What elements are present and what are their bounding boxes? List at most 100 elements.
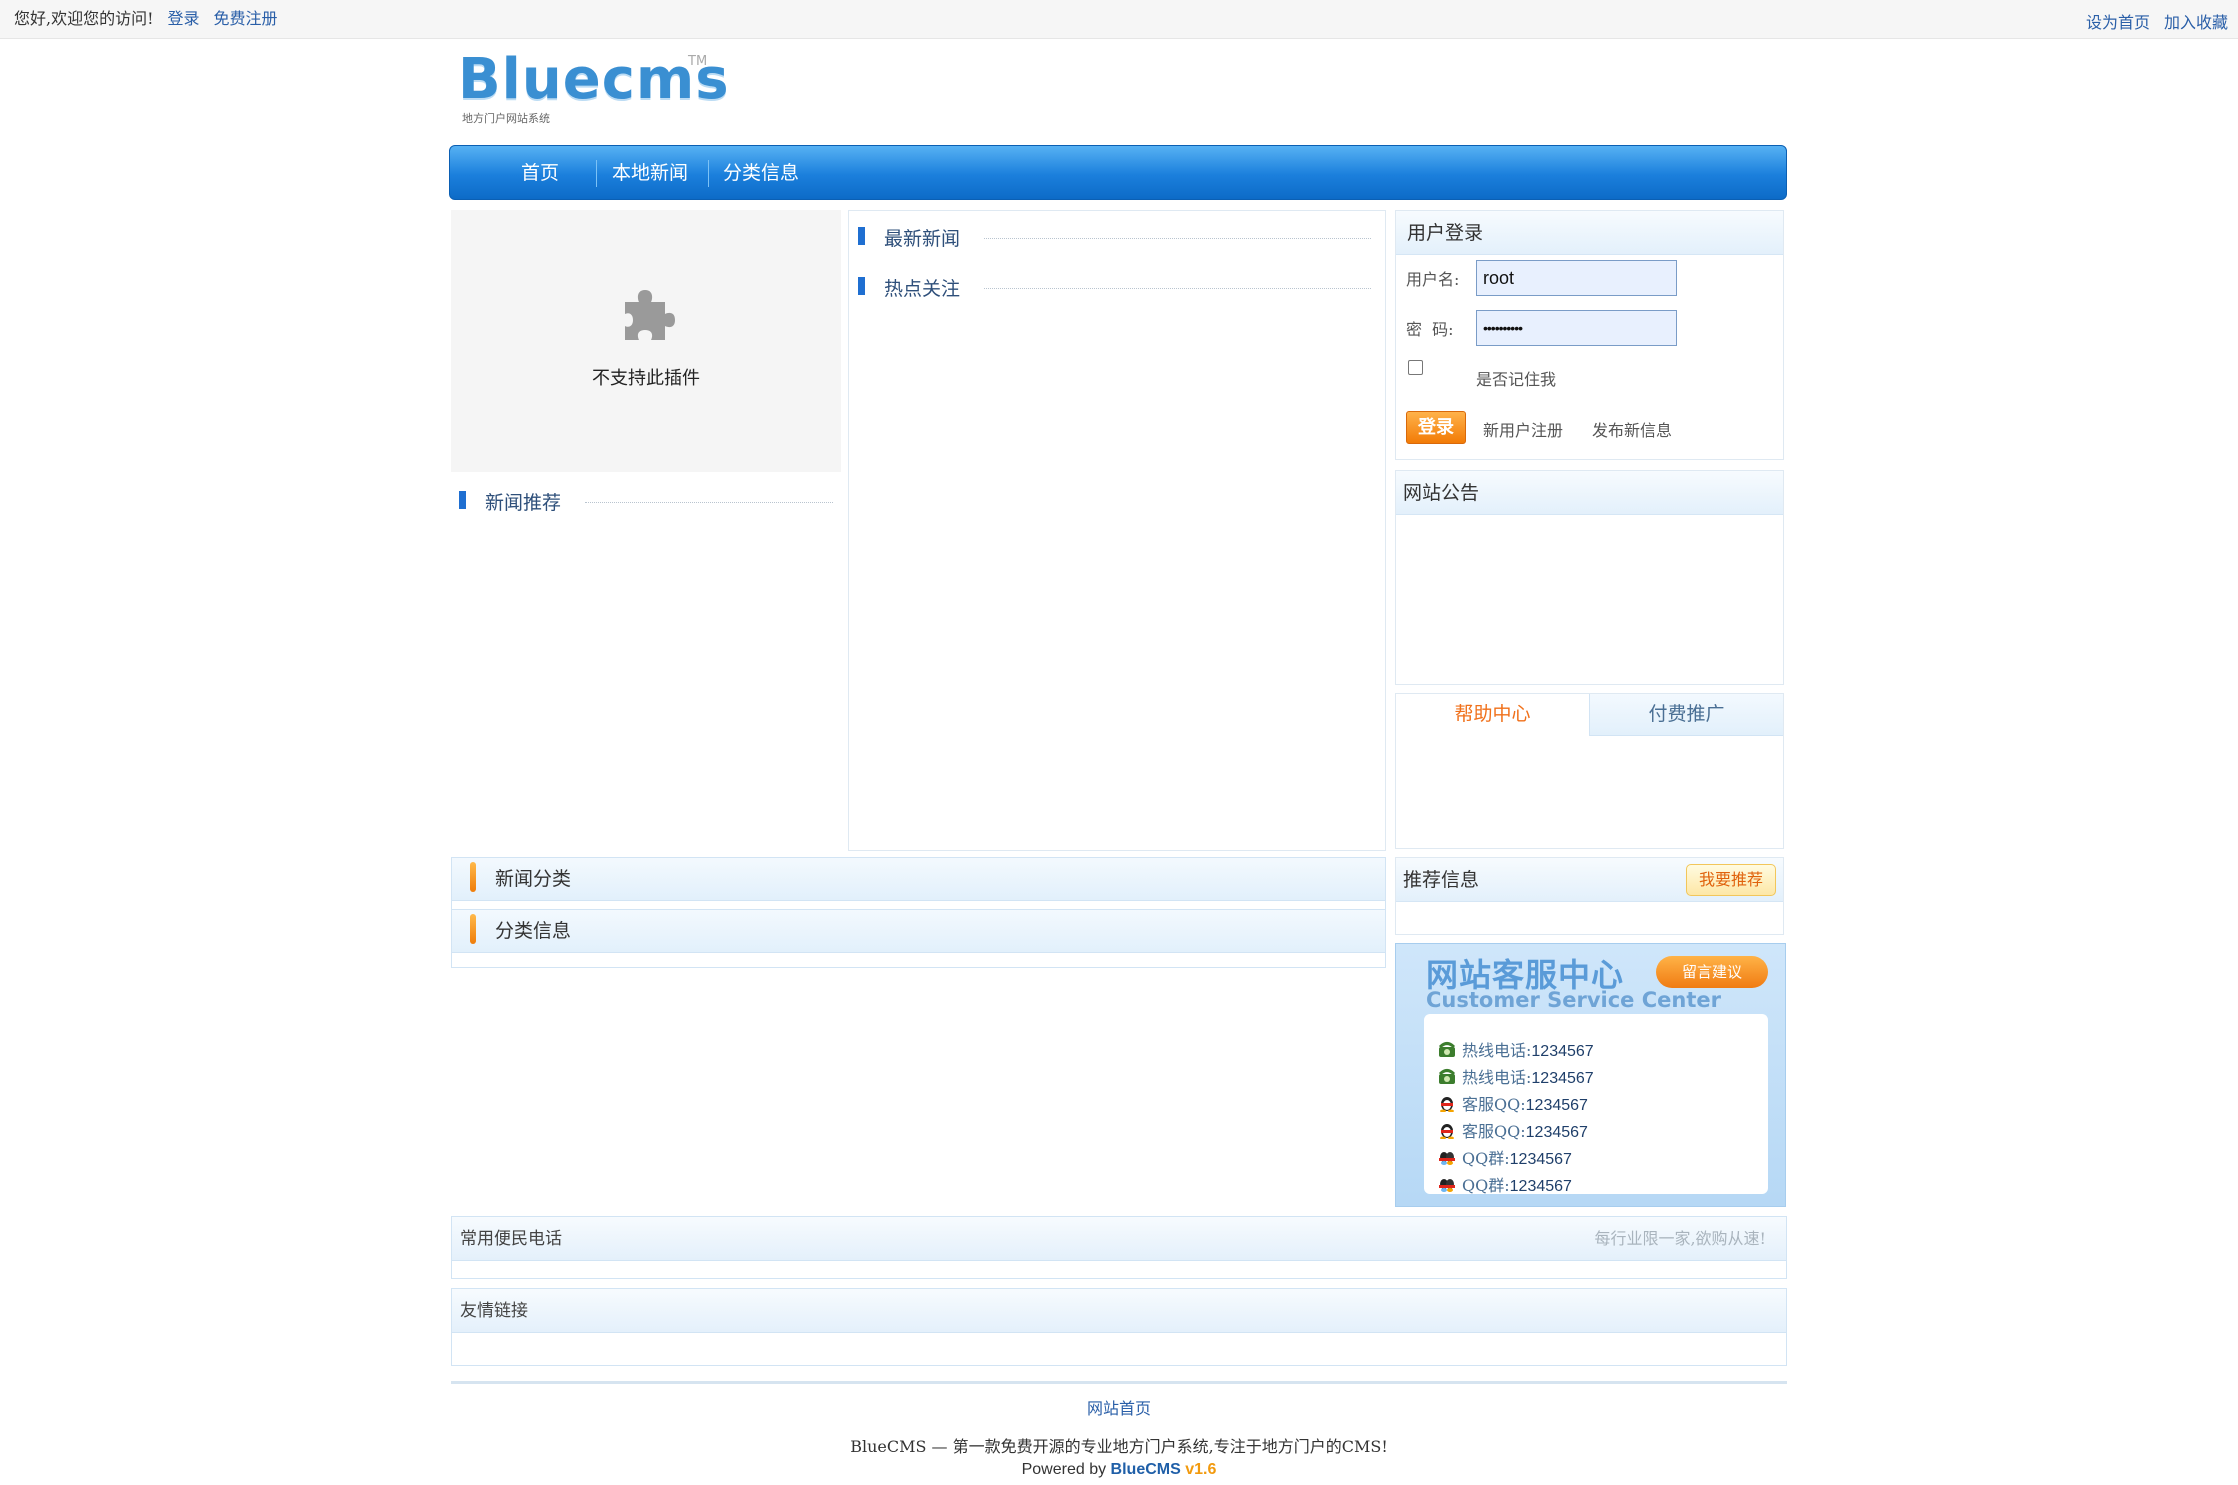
links-title: 友情链接 <box>460 1301 528 1321</box>
cs-label: 客服QQ: <box>1462 1122 1526 1141</box>
cs-row: QQ群:1234567 <box>1438 1172 1572 1196</box>
qq-penguin-icon <box>1440 1097 1454 1112</box>
nav-separator <box>596 160 597 187</box>
phones-header: 常用便民电话 每行业限一家,欲购从速! <box>452 1217 1786 1261</box>
section-title: 新闻推荐 <box>485 492 562 514</box>
announcement-panel: 网站公告 <box>1395 470 1784 685</box>
section-hot-topics: 热点关注 <box>858 274 1373 300</box>
plugin-placeholder: 不支持此插件 <box>451 210 841 472</box>
cs-value: 1234567 <box>1525 1124 1588 1141</box>
category-title: 分类信息 <box>495 920 572 942</box>
section-latest-news: 最新新闻 <box>858 224 1373 250</box>
qq-group-icon <box>1439 1179 1455 1192</box>
cs-row: 热线电话:1234567 <box>1438 1064 1594 1088</box>
main-nav: 首页 本地新闻 分类信息 <box>449 145 1787 200</box>
footer-home-link[interactable]: 网站首页 <box>1087 1399 1151 1418</box>
nav-item-home[interactable]: 首页 <box>521 146 559 201</box>
qq-group-icon <box>1439 1152 1455 1165</box>
friend-links-panel: 友情链接 <box>451 1288 1787 1366</box>
category-marker <box>470 862 476 892</box>
phones-note: 每行业限一家,欲购从速! <box>1594 1229 1766 1248</box>
news-center-panel <box>848 210 1386 851</box>
cs-value: 1234567 <box>1525 1097 1588 1114</box>
top-bar: 您好,欢迎您的访问! 登录 免费注册 设为首页 加入收藏 <box>0 0 2238 39</box>
post-new-info-link[interactable]: 发布新信息 <box>1592 417 1672 441</box>
footer-nav: 网站首页 <box>0 1395 2238 1419</box>
puzzle-icon <box>625 290 675 340</box>
nav-item-local-news[interactable]: 本地新闻 <box>612 146 688 201</box>
cs-value: 1234567 <box>1531 1043 1594 1060</box>
footer-powered: Powered by BlueCMS v1.6 <box>0 1461 2238 1479</box>
login-button[interactable]: 登录 <box>1406 411 1466 444</box>
links-header: 友情链接 <box>452 1289 1786 1333</box>
bookmark-link[interactable]: 加入收藏 <box>2164 13 2228 32</box>
cs-value: 1234567 <box>1509 1178 1572 1195</box>
top-login-link[interactable]: 登录 <box>168 9 200 28</box>
logo-subtitle: 地方门户网站系统 <box>462 112 550 125</box>
cs-label: 热线电话: <box>1462 1068 1532 1087</box>
remember-label: 是否记住我 <box>1476 370 1557 389</box>
cs-row: 客服QQ:1234567 <box>1438 1091 1588 1115</box>
plugin-message: 不支持此插件 <box>592 368 700 389</box>
password-input[interactable]: •••••••••• <box>1476 310 1677 346</box>
announcement-title: 网站公告 <box>1396 471 1783 515</box>
cs-contact-list: 热线电话:1234567 热线电话:1234567 客服QQ:1234567 客… <box>1424 1014 1768 1196</box>
cs-label: 热线电话: <box>1462 1041 1532 1060</box>
cs-value: 1234567 <box>1509 1151 1572 1168</box>
help-tabs-panel: 帮助中心 付费推广 <box>1395 693 1784 849</box>
section-recommended-news: 新闻推荐 <box>459 488 834 514</box>
username-input[interactable]: root <box>1476 260 1677 296</box>
nav-separator <box>708 160 709 187</box>
dotted-divider <box>984 238 1371 239</box>
dotted-divider <box>585 502 833 503</box>
footer-tagline: BlueCMS — 第一款免费开源的专业地方门户系统,专注于地方门户的CMS! <box>850 1437 1388 1456</box>
section-marker <box>459 491 466 509</box>
remember-checkbox[interactable] <box>1408 360 1423 375</box>
top-register-link[interactable]: 免费注册 <box>214 9 278 28</box>
cs-label: QQ群: <box>1462 1176 1510 1195</box>
phone-icon <box>1438 1069 1456 1084</box>
footer-divider <box>451 1381 1787 1384</box>
login-panel-title: 用户登录 <box>1396 211 1783 255</box>
cs-label: 客服QQ: <box>1462 1095 1526 1114</box>
site-logo[interactable]: Bluecms TM 地方门户网站系统 <box>458 47 730 130</box>
cs-value: 1234567 <box>1531 1070 1594 1087</box>
powered-version: v1.6 <box>1180 1461 1217 1478</box>
cs-row: 客服QQ:1234567 <box>1438 1118 1588 1142</box>
cs-label: QQ群: <box>1462 1149 1510 1168</box>
username-label: 用户名: <box>1406 270 1460 289</box>
welcome-text: 您好,欢迎您的访问! <box>14 9 154 28</box>
tab-paid-promotion[interactable]: 付费推广 <box>1589 694 1783 736</box>
category-title: 新闻分类 <box>495 868 572 890</box>
powered-prefix: Powered by <box>1021 1461 1111 1478</box>
phones-title: 常用便民电话 <box>460 1229 562 1249</box>
dotted-divider <box>984 288 1371 289</box>
section-title: 热点关注 <box>884 278 961 300</box>
section-title: 最新新闻 <box>884 228 961 250</box>
section-marker <box>858 277 865 295</box>
convenience-phones-panel: 常用便民电话 每行业限一家,欲购从速! <box>451 1216 1787 1279</box>
powered-brand-link[interactable]: BlueCMS <box>1111 1461 1181 1478</box>
classified-info-row[interactable]: 分类信息 <box>451 909 1386 953</box>
category-marker <box>470 914 476 944</box>
cs-title-en: Customer Service Center <box>1426 988 1721 1012</box>
customer-service-panel: 网站客服中心 Customer Service Center 留言建议 热线电话… <box>1395 943 1786 1207</box>
logo-tm: TM <box>688 54 708 69</box>
message-suggestion-button[interactable]: 留言建议 <box>1656 956 1768 988</box>
top-bar-right: 设为首页 加入收藏 <box>2072 4 2228 42</box>
nav-item-classifieds[interactable]: 分类信息 <box>723 146 799 201</box>
section-marker <box>858 227 865 245</box>
password-label: 密 码: <box>1406 320 1454 339</box>
tab-help-center[interactable]: 帮助中心 <box>1396 694 1589 736</box>
cs-row: QQ群:1234567 <box>1438 1145 1572 1169</box>
recommend-button[interactable]: 我要推荐 <box>1686 864 1776 896</box>
set-home-link[interactable]: 设为首页 <box>2086 13 2150 32</box>
qq-penguin-icon <box>1440 1124 1454 1139</box>
news-category-row[interactable]: 新闻分类 <box>451 857 1386 901</box>
phone-icon <box>1438 1042 1456 1057</box>
top-bar-left: 您好,欢迎您的访问! 登录 免费注册 <box>14 0 278 38</box>
logo-text: Bluecms <box>458 47 730 112</box>
cs-row: 热线电话:1234567 <box>1438 1037 1594 1061</box>
new-user-register-link[interactable]: 新用户注册 <box>1483 417 1563 441</box>
recommend-panel: 推荐信息 我要推荐 <box>1395 857 1784 935</box>
